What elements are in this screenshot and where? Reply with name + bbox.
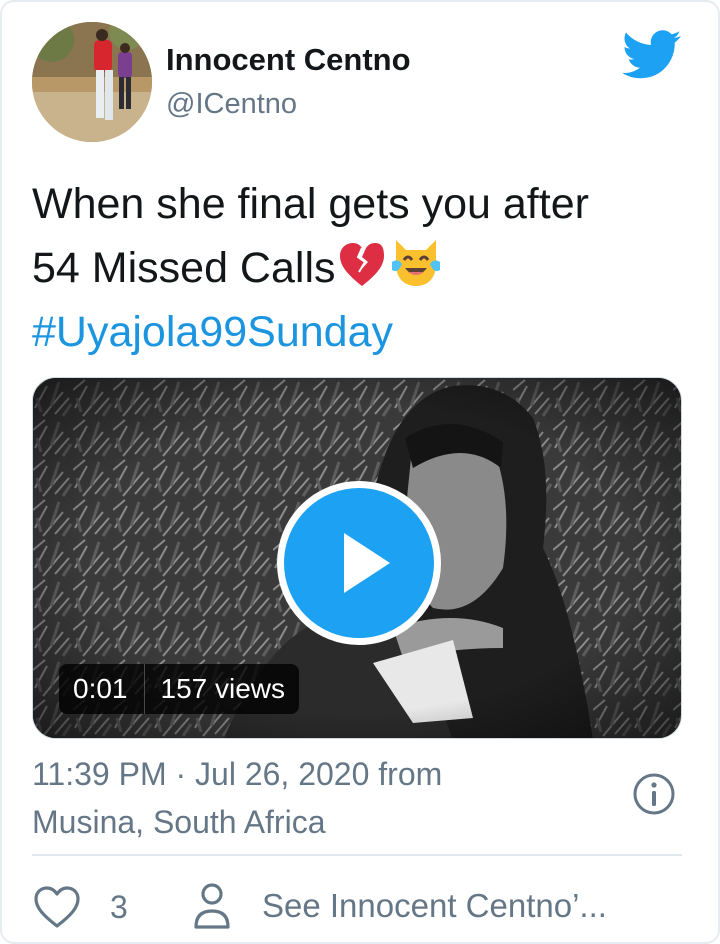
tweet-timestamp[interactable]: 11:39 PM · Jul 26, 2020 from Musina, Sou… <box>32 750 592 846</box>
twitter-bird-icon[interactable] <box>622 30 682 80</box>
person-icon <box>194 883 230 929</box>
video-meta-overlay: 0:01 157 views <box>59 664 300 714</box>
heart-icon <box>34 886 80 928</box>
timestamp-location: Musina, South Africa <box>32 804 326 840</box>
avatar-photo <box>32 22 152 142</box>
author-handle[interactable]: @ICentno <box>166 88 297 121</box>
divider <box>32 854 682 856</box>
see-profile-button[interactable]: See Innocent Centno’... <box>192 878 607 934</box>
like-count: 3 <box>110 888 128 925</box>
video-views: 157 views <box>160 673 286 704</box>
timestamp-line-1: 11:39 PM · Jul 26, 2020 from <box>32 756 443 792</box>
play-button[interactable] <box>277 481 441 645</box>
avatar[interactable] <box>32 22 152 142</box>
video-player[interactable]: 0:01 157 views <box>32 377 682 739</box>
author-name[interactable]: Innocent Centno <box>166 42 411 78</box>
tweet-line-2-wrap: 54 Missed Calls <box>32 236 692 300</box>
broken-heart-emoji <box>339 243 384 286</box>
like-button[interactable]: 3 <box>32 880 128 934</box>
cat-tears-of-joy-emoji <box>391 240 440 286</box>
tweet-card: Innocent Centno @ICentno When she final … <box>0 0 720 944</box>
hashtag-link[interactable]: #Uyajola99Sunday <box>32 300 692 364</box>
tweet-line-1: When she final gets you after <box>32 180 589 228</box>
info-icon[interactable] <box>632 772 676 816</box>
tweet-text: When she final gets you after 54 Missed … <box>32 172 692 364</box>
video-duration: 0:01 <box>73 673 128 704</box>
tweet-line-2: 54 Missed Calls <box>32 244 336 292</box>
play-icon <box>344 533 390 593</box>
see-profile-label: See Innocent Centno’... <box>262 887 607 924</box>
video-meta-divider <box>143 664 145 714</box>
